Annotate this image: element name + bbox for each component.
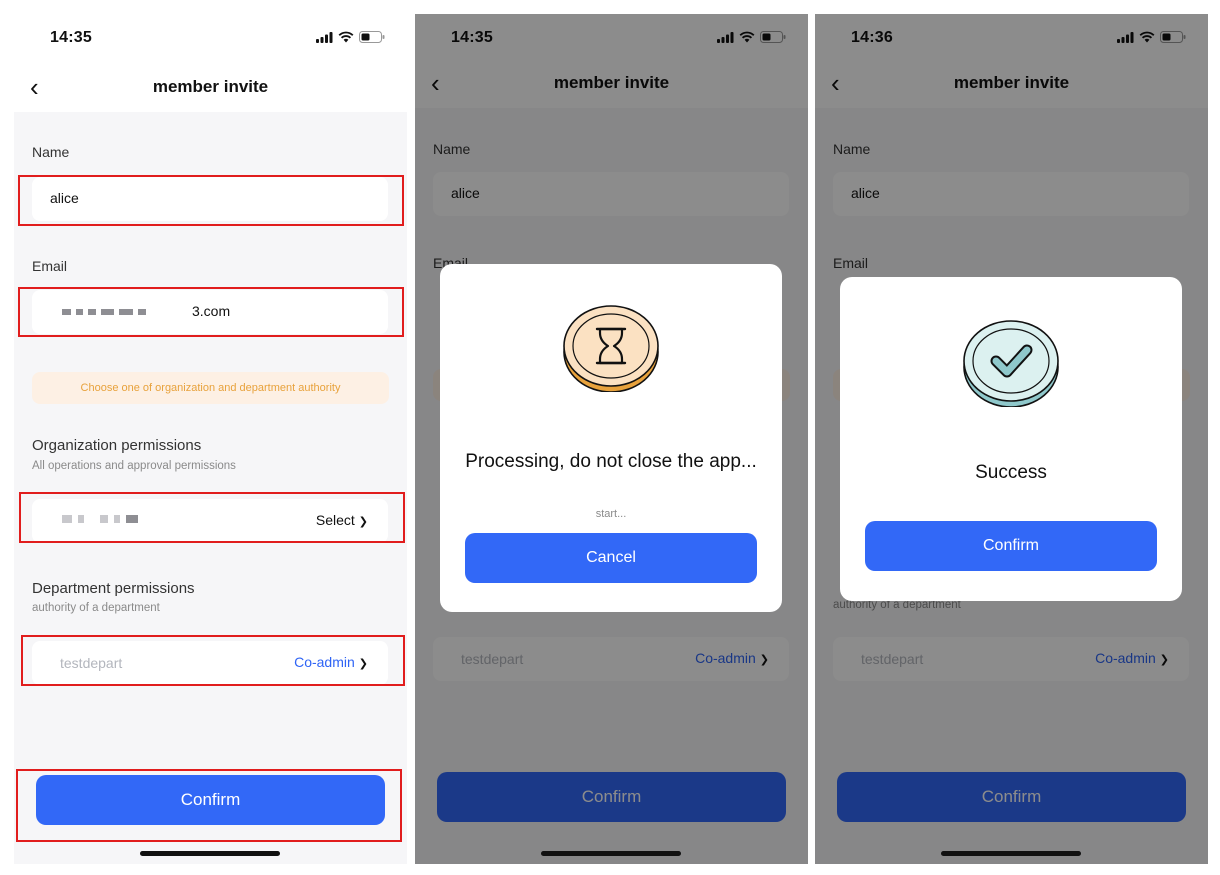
status-bar: 14:35 [14, 14, 407, 64]
nav-bar: ‹ member invite [14, 64, 407, 112]
highlight-box-email [18, 287, 404, 337]
org-permissions-label: Organization permissions [32, 437, 202, 454]
cancel-button[interactable]: Cancel [465, 533, 757, 583]
screen-success: 14:36 ‹ member invite Name alice Email a… [815, 14, 1208, 864]
highlight-box-dept [21, 635, 405, 686]
processing-dialog: Processing, do not close the app... star… [440, 264, 782, 612]
name-label: Name [32, 144, 70, 160]
org-permissions-sub: All operations and approval permissions [32, 460, 236, 472]
permission-notice: Choose one of organization and departmen… [32, 372, 389, 404]
highlight-box-org [19, 492, 405, 543]
dialog-title: Success [975, 462, 1047, 483]
home-indicator [140, 851, 280, 856]
dialog-title: Processing, do not close the app... [465, 451, 757, 472]
status-time: 14:35 [50, 29, 92, 46]
home-indicator [941, 851, 1081, 856]
wifi-icon [338, 31, 354, 43]
dept-permissions-label: Department permissions [32, 580, 195, 597]
success-dialog: Success Confirm [840, 277, 1182, 601]
checkmark-icon [963, 320, 1059, 407]
dept-permissions-sub: authority of a department [32, 602, 160, 614]
home-indicator [541, 851, 681, 856]
system-icons [316, 31, 385, 43]
dialog-subtitle: start... [595, 508, 627, 520]
email-label: Email [32, 258, 68, 274]
highlight-box-name [18, 175, 404, 226]
screen-member-invite-form: 14:35 ‹ member invite Name alice Email 3… [14, 14, 407, 864]
page-title: member invite [152, 77, 269, 96]
screen-processing: 14:35 ‹ member invite Name alice Email t… [415, 14, 808, 864]
hourglass-icon [563, 305, 659, 392]
dialog-confirm-button[interactable]: Confirm [865, 521, 1157, 571]
highlight-box-confirm [16, 769, 402, 842]
battery-icon [359, 31, 385, 43]
signal-icon [316, 31, 333, 43]
